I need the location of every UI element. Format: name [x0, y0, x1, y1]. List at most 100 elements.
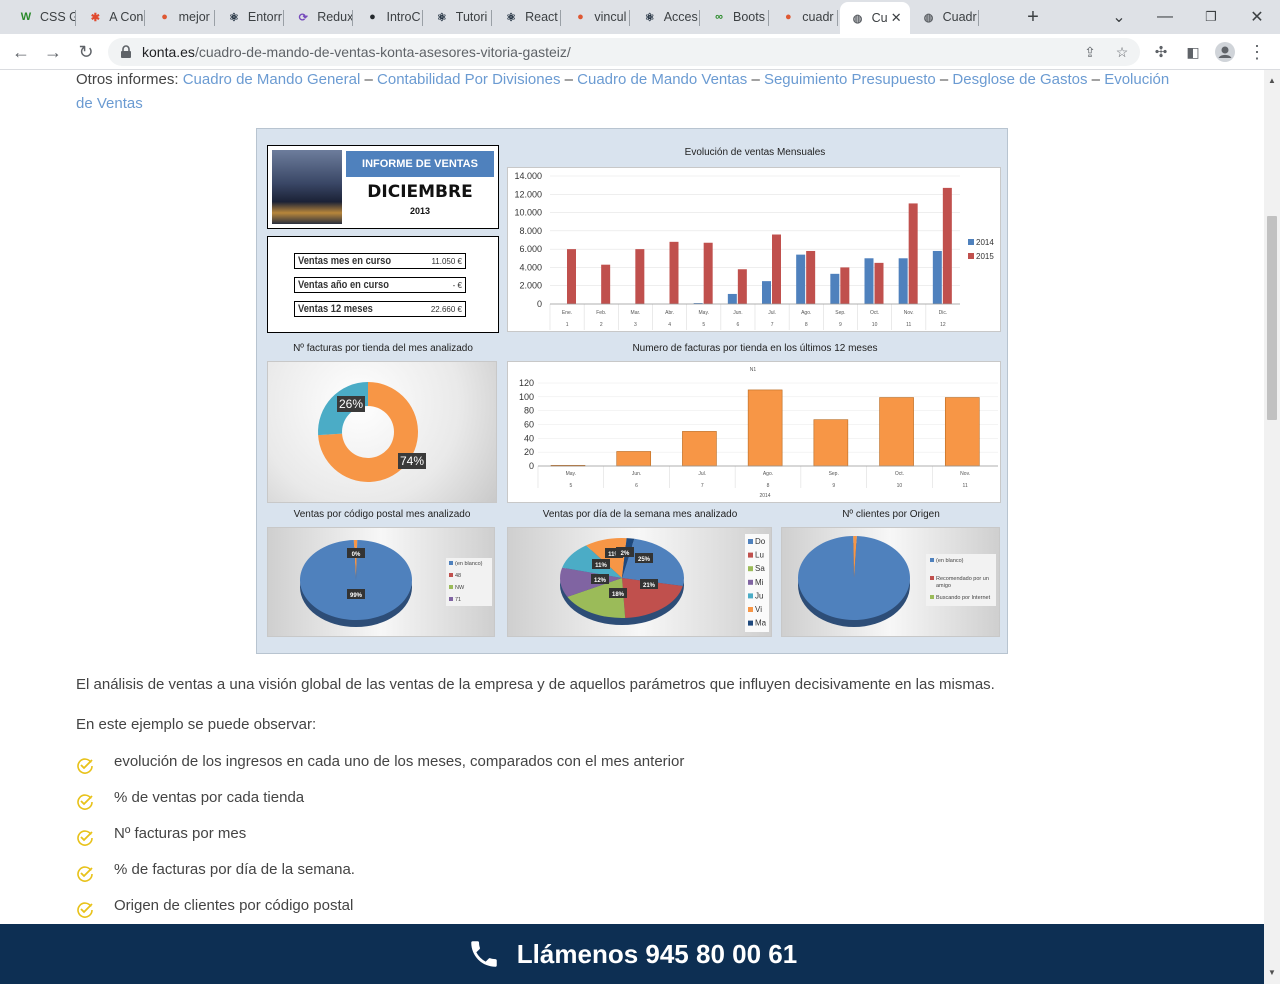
globe-icon: ◍: [852, 12, 863, 25]
kpi-row: Ventas 12 meses 22.660 €: [294, 301, 466, 317]
legend-label: 2015: [976, 252, 994, 261]
side-panel-icon[interactable]: ◧: [1180, 39, 1206, 65]
call-us-bar[interactable]: Llámenos 945 80 00 61: [0, 924, 1264, 984]
browser-tab[interactable]: ⚛ Tutori: [424, 4, 492, 30]
data-label: 2%: [621, 551, 630, 557]
browser-tab[interactable]: W CSS G: [8, 4, 76, 30]
close-tab-icon[interactable]: ✕: [891, 10, 902, 26]
weekday-pie-chart: 25% 21% 18% 12% 11% 11% 2% Do Lu Sa Mi Ju Vi Ma: [507, 527, 772, 637]
chart-title-postal: Ventas por código postal mes analizado: [293, 509, 471, 520]
browser-tab[interactable]: ⚛ Entorr: [216, 4, 284, 30]
x-tick-label: Jun.: [632, 471, 641, 477]
browser-tab[interactable]: ● IntroC: [355, 4, 423, 30]
browser-tab[interactable]: ∞ Boots: [701, 4, 769, 30]
browser-tab[interactable]: ● cuadr: [770, 4, 839, 30]
x-tick-number: 6: [635, 483, 638, 489]
tab-search-chevron-icon[interactable]: ⌄: [1106, 4, 1132, 30]
list-item-text: Origen de clientes por código postal: [114, 897, 354, 914]
browser-tab[interactable]: ⚛ React: [493, 4, 562, 30]
lock-icon: [121, 45, 131, 58]
minimize-button[interactable]: —: [1152, 4, 1178, 30]
forward-button[interactable]: →: [40, 39, 66, 65]
tab-label: vincul: [594, 10, 627, 24]
browser-tab[interactable]: ⚛ Acces: [632, 4, 700, 30]
back-button[interactable]: ←: [8, 39, 34, 65]
react-icon: ⚛: [506, 11, 517, 24]
x-tick-number: 6: [737, 322, 740, 328]
data-label: 18%: [612, 592, 625, 598]
data-label: 25%: [638, 557, 651, 563]
profile-avatar[interactable]: [1212, 39, 1238, 65]
bar-2015: [635, 249, 645, 304]
link-seguimiento-presupuesto[interactable]: Seguimiento Presupuesto: [764, 71, 936, 88]
browser-tab[interactable]: ◍ Cuadr: [911, 4, 979, 30]
duckduckgo-icon: ●: [577, 11, 584, 23]
share-icon[interactable]: ⇪: [1080, 42, 1100, 62]
scrollbar-thumb[interactable]: [1267, 216, 1277, 420]
link-contabilidad-divisiones[interactable]: Contabilidad Por Divisiones: [377, 71, 560, 88]
bar-2014: [932, 250, 942, 304]
menu-kebab-icon[interactable]: ⋮: [1244, 39, 1270, 65]
vertical-scrollbar[interactable]: ▲ ▼: [1264, 70, 1280, 984]
x-tick-label: Feb.: [596, 310, 606, 316]
list-item: % de facturas por día de la semana.: [76, 858, 684, 894]
invoice-bar: [616, 451, 652, 467]
legend-swatch: [449, 597, 453, 601]
legend-label: Ju: [755, 591, 763, 600]
x-tick-label: Nov.: [904, 310, 914, 316]
other-reports-prefix: Otros informes:: [76, 71, 179, 88]
legend-label-cont: amigo: [936, 583, 951, 589]
y-tick-label: 0: [529, 461, 534, 471]
tab-label: CSS G: [40, 10, 76, 24]
browser-tab[interactable]: ⟳ Redux: [285, 4, 354, 30]
chart-title-invoices: Numero de facturas por tienda en los últ…: [632, 343, 878, 354]
y-tick-label: 60: [524, 420, 534, 430]
react-icon: ⚛: [644, 11, 655, 24]
link-cuadro-mando-general[interactable]: Cuadro de Mando General: [183, 71, 361, 88]
tab-label: cuadr: [802, 10, 834, 24]
close-window-button[interactable]: ✕: [1244, 4, 1270, 30]
tab-label: Acces: [663, 10, 698, 24]
x-tick-label: Ene.: [562, 310, 572, 316]
browser-toolbar: ← → ↻ konta.es/cuadro-de-mando-de-ventas…: [0, 34, 1280, 70]
link-cuadro-mando-ventas[interactable]: Cuadro de Mando Ventas: [577, 71, 747, 88]
browser-tab[interactable]: ● mejor: [147, 4, 215, 30]
invoice-bar: [879, 397, 914, 467]
bar-2014: [864, 258, 874, 304]
kpi-row: Ventas año en curso - €: [294, 277, 466, 293]
restore-button[interactable]: ❐: [1198, 4, 1224, 30]
new-tab-button[interactable]: +: [1020, 4, 1046, 30]
data-label: 99%: [350, 593, 363, 599]
bar-2015: [772, 234, 781, 304]
asterisk-icon: ✱: [90, 11, 100, 24]
legend-swatch: [748, 566, 753, 572]
invoices-bar-chart: N1 120 100 80 60 40 20 0 May. 5 Jun. 6 Jul. 7 Ago. 8 Sep…: [507, 361, 1001, 503]
scroll-down-arrow[interactable]: ▼: [1268, 968, 1276, 977]
scroll-up-arrow[interactable]: ▲: [1268, 76, 1276, 85]
data-label: 26%: [339, 397, 363, 411]
browser-tab[interactable]: ● vincul: [562, 4, 631, 30]
list-item-text: % de facturas por día de la semana.: [114, 861, 355, 878]
browser-tab[interactable]: ✱ A Con: [77, 4, 146, 30]
reload-button[interactable]: ↻: [73, 39, 99, 65]
chart-title-weekday: Ventas por día de la semana mes analizad…: [542, 509, 738, 520]
bar-2014: [762, 281, 771, 304]
x-tick-label: Nov.: [960, 471, 970, 477]
link-separator: –: [1091, 71, 1101, 88]
feature-list: evolución de los ingresos en cada uno de…: [76, 750, 684, 930]
browser-tab[interactable]: ◍ Cu ✕: [839, 2, 910, 34]
github-icon: ●: [369, 11, 376, 23]
kpi-label: Ventas año en curso: [298, 279, 389, 291]
x-tick-number: 4: [668, 322, 671, 328]
tab-separator: [768, 10, 769, 26]
extensions-icon[interactable]: ✣: [1148, 39, 1174, 65]
legend-swatch: [449, 561, 453, 565]
x-tick-label: Oct.: [870, 310, 879, 316]
list-item: % de ventas por cada tienda: [76, 786, 684, 822]
address-bar[interactable]: konta.es/cuadro-de-mando-de-ventas-konta…: [108, 38, 1140, 66]
bookmark-star-icon[interactable]: ☆: [1112, 42, 1132, 62]
data-label: 11%: [595, 563, 607, 569]
link-desglose-gastos[interactable]: Desglose de Gastos: [952, 71, 1087, 88]
legend-label: Ma: [755, 619, 767, 628]
tab-label: Cu: [871, 11, 888, 25]
